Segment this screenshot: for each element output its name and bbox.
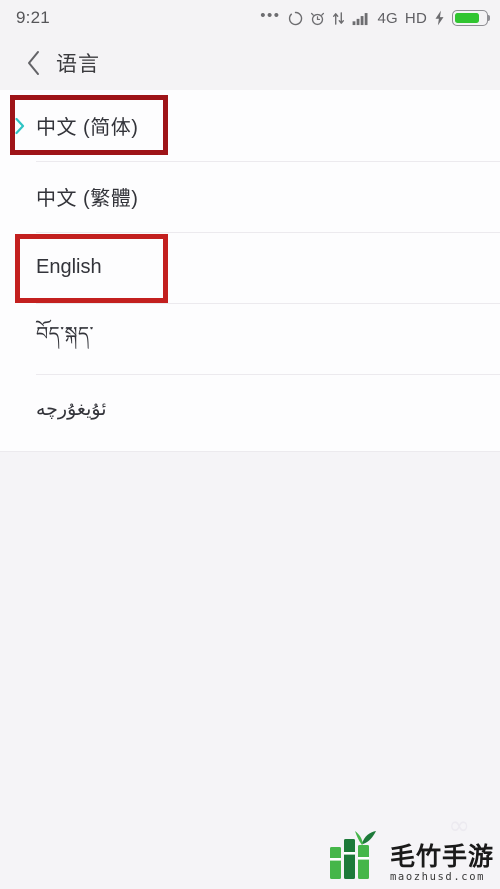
back-button[interactable] <box>16 43 50 83</box>
list-item-uyghur[interactable]: ئۇيغۇرچە <box>0 374 500 445</box>
list-item-chinese-simplified[interactable]: 中文 (简体) <box>0 90 500 161</box>
alarm-clock-icon <box>310 11 325 26</box>
more-dots-icon: ••• <box>260 6 281 24</box>
list-item-label: 中文 (简体) <box>36 117 139 139</box>
list-item-english[interactable]: English <box>0 232 500 303</box>
watermark-domain: maozhusd.com <box>389 871 486 883</box>
network-type-label: 4G <box>377 9 398 27</box>
phone-screen: 9:21 ••• 4G HD 语言 中文 (简体) 中文 (繁體) Englis… <box>0 0 500 889</box>
back-chevron-icon <box>27 51 39 75</box>
selected-chevron-icon <box>14 116 26 136</box>
list-item-tibetan[interactable]: བོད་སྐད་ <box>0 303 500 374</box>
watermark-texts: 毛竹手游 maozhusd.com <box>389 841 494 883</box>
list-item-label: ئۇيغۇرچە <box>36 399 107 420</box>
bamboo-logo-icon <box>329 831 376 879</box>
hd-voice-label: HD <box>404 9 427 27</box>
signal-bars-icon <box>352 11 371 26</box>
battery-fill <box>454 12 479 24</box>
sync-circle-icon <box>288 11 303 26</box>
charging-bolt-icon <box>434 10 445 26</box>
app-bar: 语言 <box>0 36 500 90</box>
list-item-label: 中文 (繁體) <box>36 188 139 210</box>
watermark-brand: 毛竹手游 <box>389 841 494 871</box>
list-item-label: བོད་སྐད་ <box>36 323 94 345</box>
watermark: 毛竹手游 maozhusd.com <box>326 827 494 883</box>
list-item-chinese-traditional[interactable]: 中文 (繁體) <box>0 161 500 232</box>
list-item-label: English <box>36 256 102 278</box>
data-transfer-icon <box>332 11 345 26</box>
status-bar-clock: 9:21 <box>16 8 50 27</box>
status-bar: 9:21 ••• 4G HD <box>0 0 500 36</box>
language-list: 中文 (简体) 中文 (繁體) English བོད་སྐད་ ئۇيغۇرچ… <box>0 90 500 452</box>
status-bar-icons: ••• 4G HD <box>260 6 491 27</box>
battery-icon <box>452 10 491 26</box>
page-title: 语言 <box>56 53 100 76</box>
